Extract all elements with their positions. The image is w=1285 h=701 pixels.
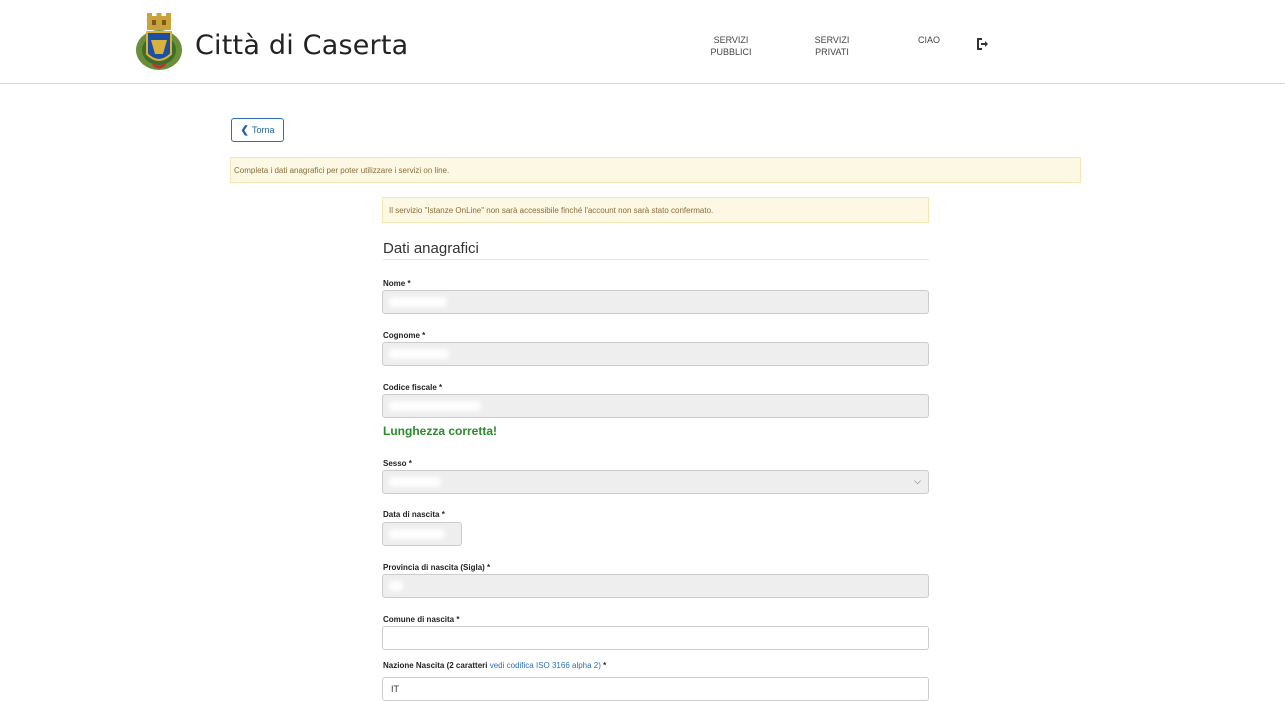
nazione-nascita-field[interactable]: IT — [382, 677, 929, 701]
redacted-value — [389, 401, 481, 411]
comune-nascita-field[interactable] — [382, 626, 929, 650]
provincia-nascita-field[interactable] — [382, 574, 929, 598]
redacted-value — [389, 581, 403, 591]
comune-nascita-label: Comune di nascita * — [383, 615, 460, 624]
profile-incomplete-alert: Completa i dati anagrafici per poter uti… — [230, 157, 1081, 183]
codice-fiscale-validation-message: Lunghezza corretta! — [383, 424, 498, 438]
redacted-value — [389, 529, 445, 539]
back-button-label: Torna — [251, 125, 275, 135]
cognome-field[interactable] — [382, 342, 929, 366]
iso-codifica-link[interactable]: vedi codifica ISO 3166 alpha 2) — [490, 661, 601, 670]
redacted-value — [389, 297, 447, 307]
service-unavailable-alert: Il servizio "Istanze OnLine" non sarà ac… — [382, 197, 929, 223]
site-header: Città di Caserta SERVIZI PUBBLICI SERVIZ… — [0, 0, 1285, 84]
nav-label-line1: CIAO — [917, 35, 940, 45]
nav-label-line1: SERVIZI — [814, 35, 850, 45]
nome-label: Nome * — [383, 279, 411, 288]
nav-user-greeting[interactable]: CIAO — [915, 34, 943, 46]
nazione-nascita-label: Nazione Nascita (2 caratteri vedi codifi… — [383, 661, 606, 670]
codice-fiscale-field[interactable] — [382, 394, 929, 418]
nav-servizi-pubblici[interactable]: SERVIZI PUBBLICI — [700, 34, 762, 58]
codice-fiscale-label: Codice fiscale * — [383, 383, 443, 392]
data-nascita-label: Data di nascita * — [383, 510, 445, 519]
redacted-value — [389, 477, 441, 487]
sign-out-icon[interactable] — [976, 37, 990, 51]
section-title: Dati anagrafici — [383, 240, 929, 260]
back-button[interactable]: ❮ Torna — [231, 118, 284, 142]
nazione-nascita-label-text: Nazione Nascita (2 caratteri — [383, 661, 488, 670]
redacted-value — [389, 349, 449, 359]
nazione-nascita-value: IT — [391, 684, 399, 694]
data-nascita-field[interactable] — [382, 522, 462, 546]
nav-label-line1: SERVIZI — [713, 35, 749, 45]
chevron-down-icon: ⌵ — [914, 476, 921, 486]
required-marker: * — [600, 661, 607, 670]
cognome-label: Cognome * — [383, 331, 426, 340]
nav-label-line2: PRIVATI — [815, 47, 849, 57]
nav-servizi-privati[interactable]: SERVIZI PRIVATI — [802, 34, 862, 58]
nav-label-line2: PUBBLICI — [710, 47, 752, 57]
sesso-select[interactable]: ⌵ — [382, 470, 929, 494]
sesso-label: Sesso * — [383, 459, 412, 468]
chevron-left-icon: ❮ — [240, 124, 249, 136]
provincia-nascita-label: Provincia di nascita (Sigla) * — [383, 563, 491, 572]
nome-field[interactable] — [382, 290, 929, 314]
site-title[interactable]: Città di Caserta — [195, 30, 408, 61]
city-coat-of-arms-logo[interactable] — [133, 10, 185, 74]
